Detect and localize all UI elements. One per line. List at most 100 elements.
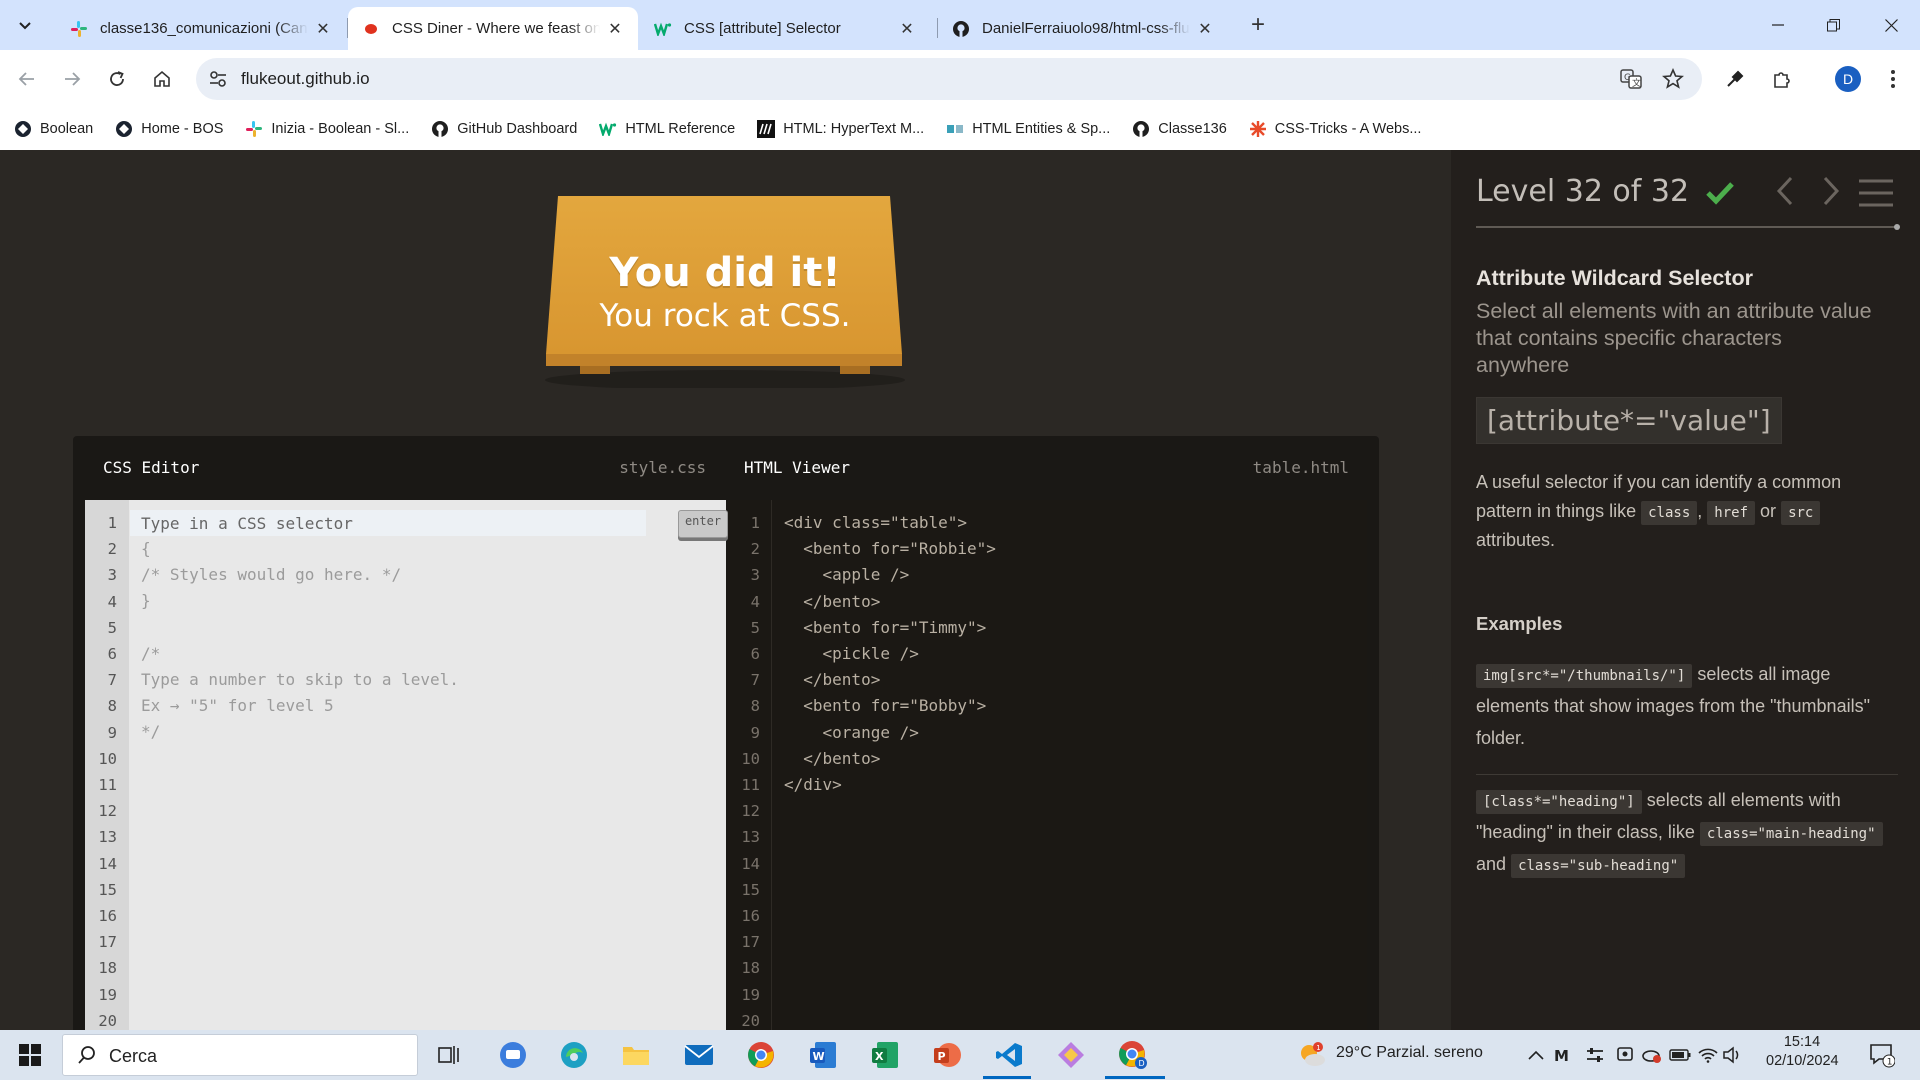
example-text: and bbox=[1476, 854, 1507, 874]
taskbar-search[interactable]: Cerca bbox=[62, 1034, 418, 1076]
bookmark-label: HTML: HyperText M... bbox=[783, 121, 925, 137]
extensions-button[interactable] bbox=[1765, 62, 1799, 96]
restore-button[interactable] bbox=[1810, 0, 1856, 50]
profile-avatar[interactable]: D bbox=[1835, 66, 1861, 92]
bookmark-html-entities[interactable]: HTML Entities & Sp... bbox=[946, 120, 1110, 138]
vscode-active-indicator bbox=[983, 1076, 1031, 1079]
task-view-button[interactable] bbox=[434, 1039, 466, 1071]
code-line: </div> bbox=[784, 775, 842, 795]
hint-tag-href: href bbox=[1707, 501, 1756, 525]
game-stage: You did it! You rock at CSS. CSS Editor … bbox=[0, 150, 1451, 1030]
bookmark-mdn-html[interactable]: HTML: HyperText M... bbox=[757, 120, 924, 138]
bookmark-classe136[interactable]: Classe136 bbox=[1132, 120, 1227, 138]
notification-center[interactable]: 1 bbox=[1866, 1039, 1898, 1071]
weather-widget-icon[interactable]: 1 bbox=[1296, 1039, 1328, 1071]
html-viewer-title: HTML Viewer bbox=[744, 458, 850, 477]
minimize-button[interactable] bbox=[1755, 0, 1801, 50]
dining-table: You did it! You rock at CSS. bbox=[540, 188, 910, 388]
close-tab-icon[interactable]: ✕ bbox=[1196, 20, 1214, 38]
tab-strip: classe136_comunicazioni (Cana ✕ CSS Dine… bbox=[0, 0, 1920, 50]
line-number: 17 bbox=[98, 933, 117, 952]
tab-title: CSS Diner - Where we feast on bbox=[392, 20, 600, 37]
kraken-app-icon bbox=[1058, 1042, 1084, 1068]
tab-search-button[interactable] bbox=[10, 10, 40, 40]
address-bar[interactable]: flukeout.github.io G文 bbox=[196, 58, 1702, 100]
taskbar-file-explorer[interactable] bbox=[620, 1039, 652, 1071]
svg-text:M: M bbox=[1554, 1047, 1569, 1064]
bookmark-label: HTML Entities & Sp... bbox=[972, 121, 1111, 137]
bookmark-boolean[interactable]: Boolean bbox=[14, 120, 93, 138]
bookmark-html-reference[interactable]: HTML Reference bbox=[599, 120, 735, 138]
taskbar-chrome-profile[interactable]: D bbox=[1117, 1039, 1149, 1071]
tab-w3schools[interactable]: CSS [attribute] Selector ✕ bbox=[640, 7, 930, 50]
taskbar-chat-app[interactable] bbox=[497, 1039, 529, 1071]
taskbar-git-app[interactable] bbox=[1055, 1039, 1087, 1071]
chevron-right-icon bbox=[1823, 176, 1840, 206]
line-number: 18 bbox=[741, 959, 760, 978]
line-number: 12 bbox=[98, 802, 117, 821]
eyedropper-extension-button[interactable] bbox=[1718, 62, 1752, 96]
close-tab-icon[interactable]: ✕ bbox=[898, 20, 916, 38]
line-number: 7 bbox=[107, 671, 117, 690]
browser-toolbar: flukeout.github.io G文 D bbox=[0, 50, 1920, 108]
tab-slack[interactable]: classe136_comunicazioni (Cana ✕ bbox=[56, 7, 346, 50]
new-tab-button[interactable]: + bbox=[1243, 10, 1273, 40]
close-window-button[interactable] bbox=[1868, 0, 1914, 50]
level-menu-button[interactable] bbox=[1857, 178, 1895, 208]
code-line: <bento for="Timmy"> bbox=[784, 617, 987, 637]
start-button[interactable] bbox=[14, 1039, 46, 1071]
next-level-button[interactable] bbox=[1815, 174, 1845, 208]
taskbar-vscode[interactable] bbox=[993, 1039, 1025, 1071]
tray-app-1[interactable]: M bbox=[1548, 1039, 1580, 1071]
taskbar-mail[interactable] bbox=[683, 1039, 715, 1071]
taskbar-powerpoint[interactable]: P bbox=[931, 1039, 963, 1071]
selector-description: Select all elements with an attribute va… bbox=[1476, 299, 1872, 377]
slack-icon bbox=[245, 120, 263, 138]
code-line: { bbox=[141, 539, 151, 558]
bookmark-css-tricks[interactable]: CSS-Tricks - A Webs... bbox=[1249, 120, 1421, 138]
forward-button[interactable] bbox=[55, 62, 89, 96]
home-button[interactable] bbox=[145, 62, 179, 96]
enter-button[interactable]: enter bbox=[678, 510, 728, 538]
tray-cloud-icon bbox=[1642, 1050, 1661, 1063]
task-view-icon bbox=[438, 1046, 459, 1064]
close-tab-icon[interactable]: ✕ bbox=[314, 20, 332, 38]
example-code: class="sub-heading" bbox=[1511, 854, 1686, 878]
level-progress-bar bbox=[1476, 226, 1898, 228]
browser-menu-button[interactable] bbox=[1876, 62, 1910, 96]
line-number: 16 bbox=[741, 907, 760, 925]
taskbar-edge[interactable] bbox=[558, 1039, 590, 1071]
taskbar-chrome[interactable] bbox=[745, 1039, 777, 1071]
line-number: 19 bbox=[98, 985, 117, 1004]
mdn-icon bbox=[757, 120, 776, 138]
back-button[interactable] bbox=[10, 62, 44, 96]
previous-level-button[interactable] bbox=[1771, 174, 1801, 208]
tab-css-diner[interactable]: CSS Diner - Where we feast on ✕ bbox=[348, 7, 638, 50]
bookmark-home-bos[interactable]: Home - BOS bbox=[115, 120, 223, 138]
bookmark-inizia-slack[interactable]: Inizia - Boolean - Sl... bbox=[245, 120, 409, 138]
weather-text[interactable]: 29°C Parzial. sereno bbox=[1336, 1044, 1483, 1062]
tab-github[interactable]: DanielFerraiuolo98/html-css-flu ✕ bbox=[938, 7, 1228, 50]
css-file-name: style.css bbox=[619, 458, 706, 477]
taskbar-excel[interactable]: X bbox=[869, 1039, 901, 1071]
forward-arrow-icon bbox=[65, 72, 81, 86]
selector-hint: A useful selector if you can identify a … bbox=[1476, 468, 1896, 555]
wifi-icon bbox=[1698, 1048, 1718, 1063]
close-tab-icon[interactable]: ✕ bbox=[606, 20, 624, 38]
taskbar-word[interactable]: W bbox=[807, 1039, 839, 1071]
weather-sun-cloud-icon: 1 bbox=[1301, 1042, 1325, 1066]
site-info-icon[interactable] bbox=[208, 69, 228, 89]
reload-button[interactable] bbox=[100, 62, 134, 96]
translate-icon[interactable]: G文 bbox=[1620, 69, 1642, 89]
tray-app-2[interactable] bbox=[1579, 1039, 1611, 1071]
bookmark-github-dashboard[interactable]: GitHub Dashboard bbox=[431, 120, 577, 138]
line-number: 20 bbox=[98, 1011, 117, 1030]
example-code: [class*="heading"] bbox=[1476, 790, 1642, 814]
bookmark-star-icon[interactable] bbox=[1662, 68, 1684, 90]
hint-tag-class: class bbox=[1641, 501, 1698, 525]
css-selector-input[interactable] bbox=[130, 510, 646, 536]
line-number: 13 bbox=[98, 828, 117, 847]
clock[interactable]: 15:14 02/10/2024 bbox=[1766, 1034, 1839, 1069]
volume-indicator[interactable] bbox=[1716, 1039, 1748, 1071]
chrome-icon bbox=[748, 1042, 774, 1068]
